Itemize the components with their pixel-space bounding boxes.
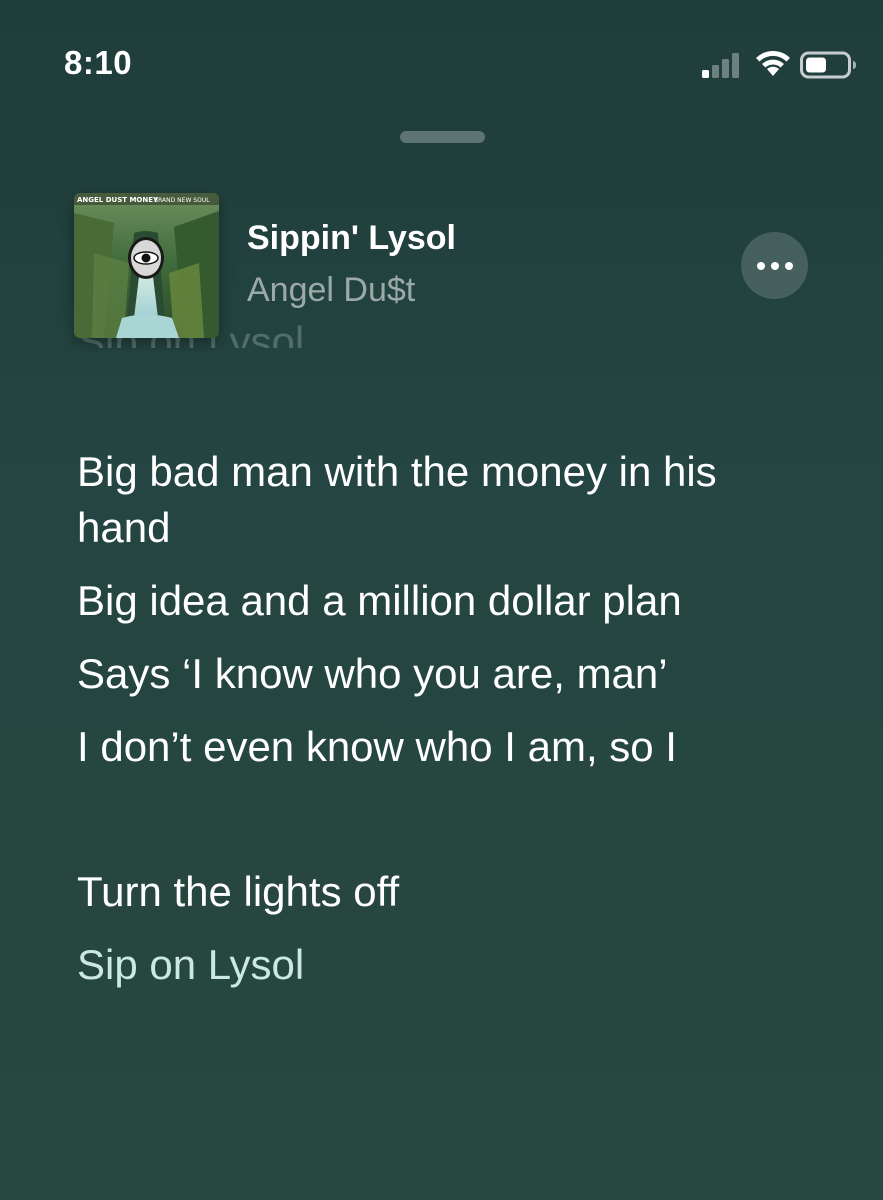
- lyric-line[interactable]: Says ‘I know who you are, man’: [77, 646, 817, 702]
- status-time: 8:10: [64, 44, 133, 81]
- wifi-icon: [756, 50, 790, 76]
- status-bar: 8:10: [0, 0, 883, 110]
- track-title: Sippin' Lysol: [247, 219, 456, 257]
- svg-text:ANGEL DUST MONEY: ANGEL DUST MONEY: [77, 196, 159, 204]
- lyrics-view[interactable]: Big bad man with the money in his hand B…: [77, 444, 817, 1010]
- more-options-icon: [757, 262, 765, 270]
- album-art[interactable]: ANGEL DUST MONEY BRAND NEW SOUL: [74, 193, 219, 338]
- svg-text:BRAND NEW SOUL: BRAND NEW SOUL: [154, 197, 210, 204]
- verse-gap: [77, 792, 817, 864]
- lyric-line[interactable]: Big bad man with the money in his hand: [77, 444, 817, 556]
- track-artist[interactable]: Angel Du$t: [247, 271, 415, 310]
- lyric-line[interactable]: Turn the lights off: [77, 864, 817, 920]
- cellular-signal-icon: [702, 53, 739, 78]
- lyric-line-upcoming[interactable]: Sip on Lysol: [77, 937, 817, 993]
- lyric-line[interactable]: Big idea and a million dollar plan: [77, 573, 817, 629]
- sheet-grabber-handle[interactable]: [400, 131, 485, 143]
- lyric-line[interactable]: I don’t even know who I am, so I: [77, 719, 817, 775]
- battery-icon: [800, 51, 856, 79]
- now-playing-header: ANGEL DUST MONEY BRAND NEW SOUL Sippin' …: [0, 185, 883, 345]
- more-options-button[interactable]: [741, 232, 808, 299]
